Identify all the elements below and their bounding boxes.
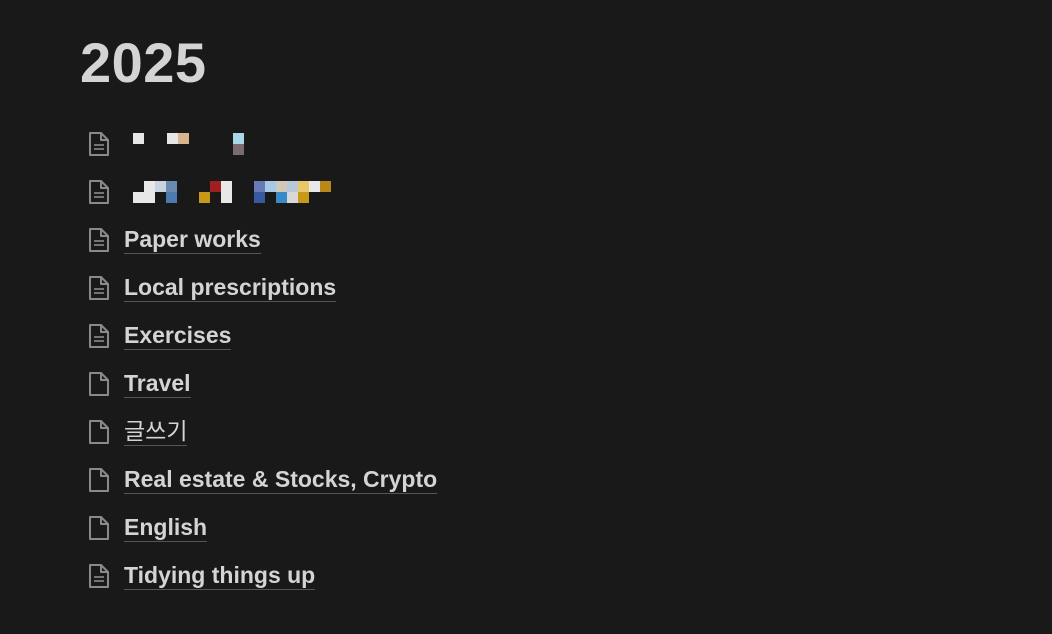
page-link-label[interactable]: Exercises [124, 322, 232, 350]
page-title: 2025 [80, 31, 207, 94]
page-lines-icon [86, 177, 112, 207]
page-link-tidying-things-up[interactable]: Tidying things up [86, 552, 686, 600]
page-lines-icon [86, 129, 112, 159]
page-empty-icon [86, 465, 112, 495]
page-link-writing[interactable]: 글쓰기 [86, 408, 686, 456]
page-lines-icon [86, 561, 112, 591]
page-empty-icon [86, 417, 112, 447]
page-empty-icon [86, 369, 112, 399]
page-link-label[interactable]: Tidying things up [124, 562, 316, 590]
page-empty-icon [86, 513, 112, 543]
page-link-real-estate-stocks-crypto[interactable]: Real estate & Stocks, Crypto [86, 456, 686, 504]
page-link-paper-works[interactable]: Paper works [86, 216, 686, 264]
page-link-label[interactable]: Local prescriptions [124, 274, 337, 302]
page-link-english[interactable]: English [86, 504, 686, 552]
page-link-label[interactable]: Paper works [124, 226, 261, 254]
page-lines-icon [86, 225, 112, 255]
page-link-exercises[interactable]: Exercises [86, 312, 686, 360]
page-link-label[interactable]: 글쓰기 [124, 418, 188, 446]
redacted-title-pixels [124, 129, 254, 159]
page-link-label[interactable]: Real estate & Stocks, Crypto [124, 466, 438, 494]
page-link-redacted-1[interactable] [86, 120, 686, 168]
redacted-title-pixels [124, 177, 344, 207]
page-link-label[interactable]: English [124, 514, 208, 542]
page-link-local-prescriptions[interactable]: Local prescriptions [86, 264, 686, 312]
page-link-label[interactable]: Travel [124, 370, 191, 398]
page-list: Paper works Local prescriptions Exercise… [86, 120, 686, 600]
page-link-redacted-2[interactable] [86, 168, 686, 216]
page-lines-icon [86, 273, 112, 303]
page-lines-icon [86, 321, 112, 351]
page-link-travel[interactable]: Travel [86, 360, 686, 408]
